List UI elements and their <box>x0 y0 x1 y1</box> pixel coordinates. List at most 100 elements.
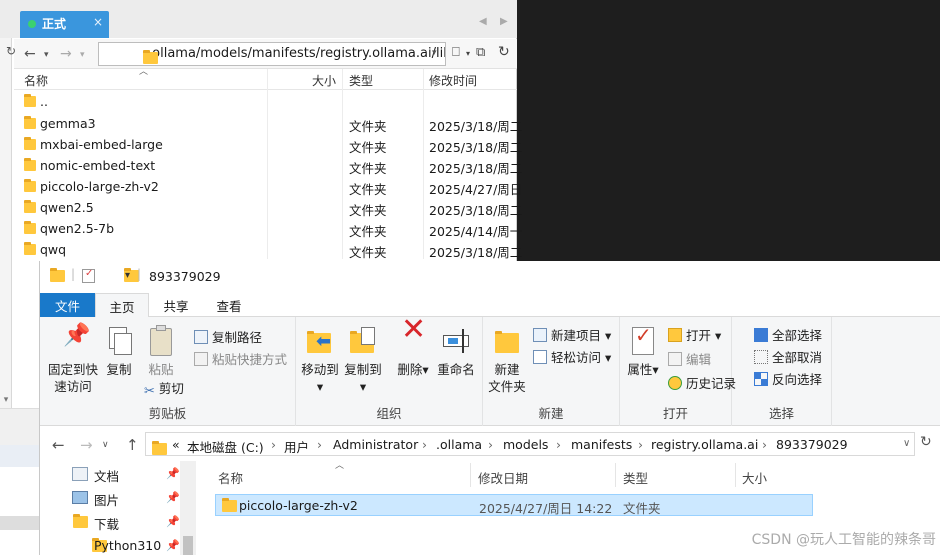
list-item[interactable]: gemma3 文件夹 2025/3/18/周二 <box>14 113 522 134</box>
pin-icon[interactable]: 📌 <box>166 515 180 528</box>
tab-file[interactable]: 文件 <box>40 293 95 317</box>
list-item[interactable]: piccolo-large-zh-v2 文件夹 2025/4/27/周日 <box>14 176 522 197</box>
breadcrumb-item-administrator[interactable]: Administrator <box>333 437 418 452</box>
sidebar-item-pictures[interactable]: 图片 <box>94 490 119 509</box>
list-item[interactable]: .. <box>14 91 517 112</box>
divider: | <box>71 267 76 281</box>
forward-arrow-icon[interactable]: → <box>80 436 93 454</box>
column-name[interactable]: 名称 <box>24 72 48 89</box>
pin-icon[interactable]: 📌 <box>166 467 180 480</box>
item-type: 文件夹 <box>349 224 387 239</box>
chevron-down-icon[interactable]: ▾ <box>466 49 470 58</box>
chevron-down-icon[interactable]: ▾ <box>432 48 437 58</box>
item-name: piccolo-large-zh-v2 <box>40 179 159 194</box>
properties-quick-icon[interactable]: ✓ <box>82 268 95 283</box>
list-item[interactable]: mxbai-embed-large 文件夹 2025/3/18/周二 <box>14 134 522 155</box>
pin-icon[interactable]: 📌 <box>166 491 180 504</box>
column-header: 名称 ︿ 大小 类型 修改时间 <box>14 67 517 90</box>
easy-access-button[interactable]: 轻松访问 ▾ <box>533 347 611 366</box>
edit-button[interactable]: 编辑 <box>668 349 711 368</box>
list-item[interactable]: qwq 文件夹 2025/3/18/周二 <box>14 239 522 260</box>
column-type[interactable]: 类型 <box>349 72 373 89</box>
list-item[interactable]: qwen2.5-7b 文件夹 2025/4/14/周一 <box>14 218 522 239</box>
back-arrow-icon[interactable]: ← <box>52 436 65 454</box>
rename-button[interactable]: 重命名 <box>435 325 477 378</box>
move-to-button[interactable]: ⬅ 移动到▾ <box>301 325 339 395</box>
group-label: 选择 <box>768 406 794 421</box>
paste-button[interactable]: 粘贴 <box>144 325 178 378</box>
open-button[interactable]: 打开 ▾ <box>668 325 721 344</box>
tab-zhengshi[interactable]: 正式 × <box>20 11 109 38</box>
bookmark-icon[interactable]: ⎕ <box>452 45 460 60</box>
list-item[interactable]: nomic-embed-text 文件夹 2025/3/18/周二 <box>14 155 522 176</box>
pin-quick-access-button[interactable]: 📌 固定到快 速访问 <box>44 325 102 395</box>
column-modified[interactable]: 修改时间 <box>429 72 477 89</box>
paste-shortcut-icon <box>194 352 208 366</box>
address-input[interactable]: ollama/models/manifests/registry.ollama.… <box>98 42 446 66</box>
navigation-bar: ← → ∨ ↑ « 本地磁盘 (C:) › 用户 › Administrator… <box>40 426 940 461</box>
item-name: .. <box>40 94 48 109</box>
table-row[interactable]: piccolo-large-zh-v2 2025/4/27/周日 14:22 文… <box>215 494 813 516</box>
breadcrumb-item-manifests[interactable]: manifests <box>571 437 632 452</box>
breadcrumb-item-current[interactable]: 893379029 <box>776 437 848 452</box>
chevron-down-icon[interactable]: ▾ <box>44 50 49 60</box>
delete-button[interactable]: ✕ 删除▾ <box>396 315 430 378</box>
breadcrumb-item-users[interactable]: 用户 <box>284 437 309 455</box>
tab-view[interactable]: 查看 <box>203 293 255 317</box>
pin-icon[interactable]: 📌 <box>166 539 180 552</box>
column-modified[interactable]: 修改日期 <box>478 468 528 487</box>
sidebar-item-downloads[interactable]: 下载 <box>94 514 119 533</box>
item-modified: 2025/3/18/周二 <box>429 245 523 260</box>
breadcrumb-overflow[interactable]: « <box>172 437 180 452</box>
select-all-button[interactable]: 全部选择 <box>754 325 822 344</box>
sidebar-item-python310[interactable]: Python310 <box>94 538 161 553</box>
copy-button[interactable]: 复制 <box>102 325 136 378</box>
scroll-left-icon[interactable]: ◀ <box>479 16 487 27</box>
window-title: 893379029 <box>149 269 221 284</box>
column-size[interactable]: 大小 <box>312 72 336 89</box>
chevron-down-icon[interactable]: ∨ <box>102 440 109 450</box>
tab-share[interactable]: 共享 <box>150 293 202 317</box>
sidebar-item-documents[interactable]: 文档 <box>94 466 119 485</box>
breadcrumb-item-registry[interactable]: registry.ollama.ai <box>651 437 758 452</box>
breadcrumb[interactable]: « 本地磁盘 (C:) › 用户 › Administrator › .olla… <box>145 432 915 456</box>
scroll-right-icon[interactable]: ▶ <box>500 16 508 27</box>
new-item-button[interactable]: 新建项目 ▾ <box>533 325 611 344</box>
column-type[interactable]: 类型 <box>623 468 648 487</box>
properties-button[interactable]: ✓ 属性▾ <box>625 325 661 378</box>
close-icon[interactable]: × <box>93 15 103 29</box>
copy-path-button[interactable]: 复制路径 <box>194 327 262 346</box>
refresh-icon[interactable]: ↻ <box>920 434 932 450</box>
breadcrumb-item-c-drive[interactable]: 本地磁盘 (C:) <box>187 437 264 455</box>
breadcrumb-item-ollama[interactable]: .ollama <box>436 437 482 452</box>
copy-to-button[interactable]: 复制到▾ <box>344 325 382 395</box>
group-open: ✓ 属性▾ 打开 ▾ 编辑 历史记录 打开 <box>620 317 736 426</box>
group-select: 全部选择 全部取消 反向选择 选择 <box>732 317 832 426</box>
new-folder-button[interactable]: 新建 文件夹 <box>487 325 527 395</box>
refresh-icon[interactable]: ↻ <box>498 44 510 60</box>
sidebar-scrollbar[interactable] <box>180 461 196 555</box>
list-item[interactable]: qwen2.5 文件夹 2025/3/18/周二 <box>14 197 522 218</box>
chevron-down-icon[interactable]: ▾ <box>80 50 85 60</box>
up-arrow-icon[interactable]: ↑ <box>126 436 139 454</box>
cut-button[interactable]: ✂ 剪切 <box>144 378 184 399</box>
paste-shortcut-button[interactable]: 粘贴快捷方式 <box>194 349 287 368</box>
history-button[interactable]: 历史记录 <box>668 373 736 392</box>
forward-arrow-icon[interactable]: → <box>60 46 72 62</box>
chevron-down-icon[interactable]: ▾ <box>125 270 130 281</box>
back-arrow-icon[interactable]: ← <box>24 46 36 62</box>
breadcrumb-item-models[interactable]: models <box>503 437 548 452</box>
invert-selection-button[interactable]: 反向选择 <box>754 369 822 388</box>
chevron-down-icon[interactable]: ∨ <box>903 438 910 449</box>
refresh-icon[interactable]: ↻ <box>6 44 16 58</box>
chevron-right-icon: › <box>317 437 322 452</box>
chevron-down-icon[interactable]: ▾ <box>0 395 12 407</box>
tab-home[interactable]: 主页 <box>95 293 149 318</box>
new-window-icon[interactable]: ⧉ <box>476 45 485 60</box>
scrollbar-thumb[interactable] <box>183 536 193 555</box>
column-divider <box>615 463 616 487</box>
copy-path-icon <box>194 330 208 344</box>
select-none-button[interactable]: 全部取消 <box>754 347 822 366</box>
column-size[interactable]: 大小 <box>742 468 767 487</box>
column-name[interactable]: 名称 <box>218 468 243 487</box>
